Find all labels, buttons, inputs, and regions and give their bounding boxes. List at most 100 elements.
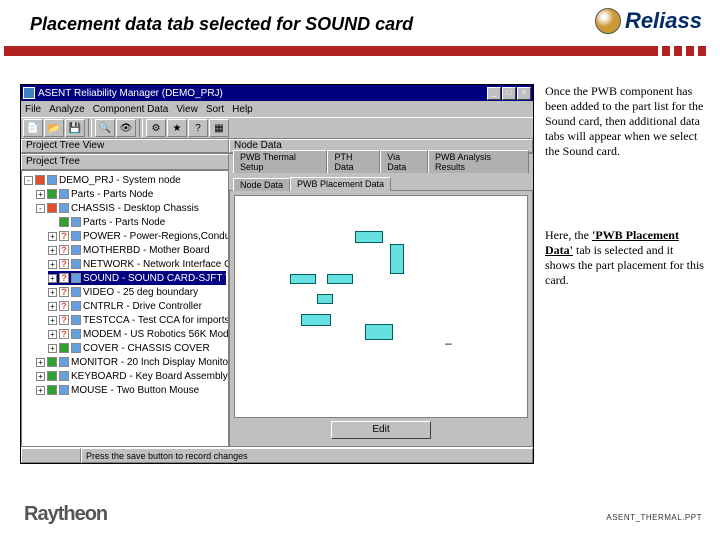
- check-icon: [47, 385, 57, 395]
- expand-toggle-icon[interactable]: +: [48, 330, 57, 339]
- node-icon: [47, 175, 57, 185]
- expand-toggle-icon[interactable]: +: [36, 372, 45, 381]
- tree-item-label: Parts - Parts Node: [83, 217, 165, 228]
- placement-canvas[interactable]: –: [234, 195, 528, 418]
- tb-view-icon[interactable]: 👁: [116, 119, 136, 137]
- tab-pwb-analysis-results[interactable]: PWB Analysis Results: [428, 150, 529, 173]
- placed-part[interactable]: [290, 274, 316, 284]
- tree-item[interactable]: +?NETWORK - Network Interface Car: [48, 257, 226, 271]
- tree-item-label: MOUSE - Two Button Mouse: [71, 385, 199, 396]
- tree-item[interactable]: +MONITOR - 20 Inch Display Monitor: [36, 355, 226, 369]
- menu-help[interactable]: Help: [232, 104, 253, 115]
- tree-item[interactable]: +?MODEM - US Robotics 56K Modem: [48, 327, 226, 341]
- edit-button[interactable]: Edit: [331, 421, 431, 439]
- tree-item[interactable]: +? CNTRLR - Drive Controller: [48, 299, 226, 313]
- status-message: Press the save button to record changes: [81, 448, 533, 463]
- tab-node-data[interactable]: Node Data: [233, 178, 290, 191]
- panel-header-left: Project Tree View: [21, 139, 229, 153]
- tb-star-icon[interactable]: ★: [167, 119, 187, 137]
- tree-item-label: KEYBOARD - Key Board Assembly: [71, 371, 228, 382]
- menu-file[interactable]: File: [25, 104, 41, 115]
- menu-sort[interactable]: Sort: [206, 104, 224, 115]
- tree-item[interactable]: - CHASSIS - Desktop Chassis: [36, 201, 226, 215]
- tree-item-label: COVER - CHASSIS COVER: [83, 343, 210, 354]
- tree-caption: Project Tree: [21, 154, 229, 170]
- tree-item[interactable]: + COVER - CHASSIS COVER: [48, 341, 226, 355]
- x-icon: [35, 175, 45, 185]
- node-icon: [59, 203, 69, 213]
- tab-pwb-placement-data[interactable]: PWB Placement Data: [290, 177, 391, 191]
- maximize-button[interactable]: □: [502, 87, 516, 100]
- tree-item-label: CHASSIS - Desktop Chassis: [71, 203, 199, 214]
- tree-item[interactable]: +? TESTCCA - Test CCA for imports: [48, 313, 226, 327]
- tb-save-icon[interactable]: 💾: [65, 119, 85, 137]
- tree-item-label: SOUND - SOUND CARD-SJFT TES: [83, 273, 229, 284]
- tree-item[interactable]: +?MOTHERBD - Mother Board: [48, 243, 226, 257]
- question-icon: ?: [59, 301, 69, 311]
- expand-toggle-icon[interactable]: +: [48, 316, 57, 325]
- tb-help-icon[interactable]: ?: [188, 119, 208, 137]
- node-icon: [59, 357, 69, 367]
- menubar: File Analyze Component Data View Sort He…: [21, 101, 533, 117]
- tree-item[interactable]: +?POWER - Power-Regions,Conductiv: [48, 229, 226, 243]
- tree-item[interactable]: +?VIDEO - 25 deg boundary: [48, 285, 226, 299]
- tree-item[interactable]: -DEMO_PRJ - System node: [24, 173, 226, 187]
- expand-toggle-icon[interactable]: -: [36, 204, 45, 213]
- tb-new-icon[interactable]: 📄: [23, 119, 43, 137]
- tree-item[interactable]: Parts - Parts Node: [48, 215, 226, 229]
- placement-canvas-frame: – Edit: [229, 190, 533, 447]
- expand-toggle-icon[interactable]: +: [48, 246, 57, 255]
- check-icon: [47, 371, 57, 381]
- x-icon: [47, 203, 57, 213]
- tree-item[interactable]: +Parts - Parts Node: [36, 187, 226, 201]
- check-icon: [47, 357, 57, 367]
- expand-toggle-icon[interactable]: +: [48, 344, 57, 353]
- placed-part[interactable]: [301, 314, 331, 326]
- placed-part[interactable]: [365, 324, 393, 340]
- tree-item[interactable]: + KEYBOARD - Key Board Assembly: [36, 369, 226, 383]
- expand-toggle-icon[interactable]: +: [36, 358, 45, 367]
- check-icon: [59, 217, 69, 227]
- minimize-button[interactable]: _: [487, 87, 501, 100]
- window-titlebar[interactable]: ASENT Reliability Manager (DEMO_PRJ) _ □…: [21, 85, 533, 101]
- close-button[interactable]: ×: [517, 87, 531, 100]
- expand-toggle-icon[interactable]: +: [48, 232, 57, 241]
- menu-analyze[interactable]: Analyze: [49, 104, 85, 115]
- menu-component-data[interactable]: Component Data: [93, 104, 169, 115]
- tb-grid-icon[interactable]: ▦: [209, 119, 229, 137]
- tb-find-icon[interactable]: 🔍: [95, 119, 115, 137]
- window-title: ASENT Reliability Manager (DEMO_PRJ): [38, 88, 223, 99]
- tree-item-label: TESTCCA - Test CCA for imports: [83, 315, 229, 326]
- node-icon: [71, 329, 81, 339]
- project-tree[interactable]: -DEMO_PRJ - System node+Parts - Parts No…: [21, 170, 229, 447]
- expand-toggle-icon[interactable]: +: [48, 274, 57, 283]
- expand-toggle-icon[interactable]: -: [24, 176, 33, 185]
- expand-toggle-icon[interactable]: +: [36, 190, 45, 199]
- app-icon: [23, 87, 35, 99]
- placed-part[interactable]: [327, 274, 353, 284]
- placed-part[interactable]: [390, 244, 404, 274]
- tree-item[interactable]: + MOUSE - Two Button Mouse: [36, 383, 226, 397]
- tab-pwb-thermal-setup[interactable]: PWB Thermal Setup: [233, 150, 327, 173]
- tab-via-data[interactable]: Via Data: [380, 150, 428, 173]
- expand-toggle-icon[interactable]: +: [48, 288, 57, 297]
- tb-settings-icon[interactable]: ⚙: [146, 119, 166, 137]
- tab-pth-data[interactable]: PTH Data: [327, 150, 380, 173]
- question-icon: ?: [59, 315, 69, 325]
- placed-part[interactable]: [355, 231, 383, 243]
- tree-item[interactable]: +?SOUND - SOUND CARD-SJFT TES: [48, 271, 226, 285]
- slide-title: Placement data tab selected for SOUND ca…: [30, 14, 413, 35]
- explanatory-text-2: Here, the 'PWB Placement Data' tab is se…: [545, 228, 705, 288]
- node-icon: [71, 301, 81, 311]
- tree-item-label: MOTHERBD - Mother Board: [83, 245, 210, 256]
- node-icon: [59, 189, 69, 199]
- tree-panel: Project Tree -DEMO_PRJ - System node+Par…: [21, 154, 229, 447]
- menu-view[interactable]: View: [176, 104, 198, 115]
- placed-part[interactable]: [317, 294, 333, 304]
- tab-row-back: PWB Thermal Setup PTH Data Via Data PWB …: [229, 154, 533, 172]
- expand-toggle-icon[interactable]: +: [48, 302, 57, 311]
- expand-toggle-icon[interactable]: +: [36, 386, 45, 395]
- tree-item-label: CNTRLR - Drive Controller: [83, 301, 202, 312]
- expand-toggle-icon[interactable]: +: [48, 260, 57, 269]
- tb-open-icon[interactable]: 📂: [44, 119, 64, 137]
